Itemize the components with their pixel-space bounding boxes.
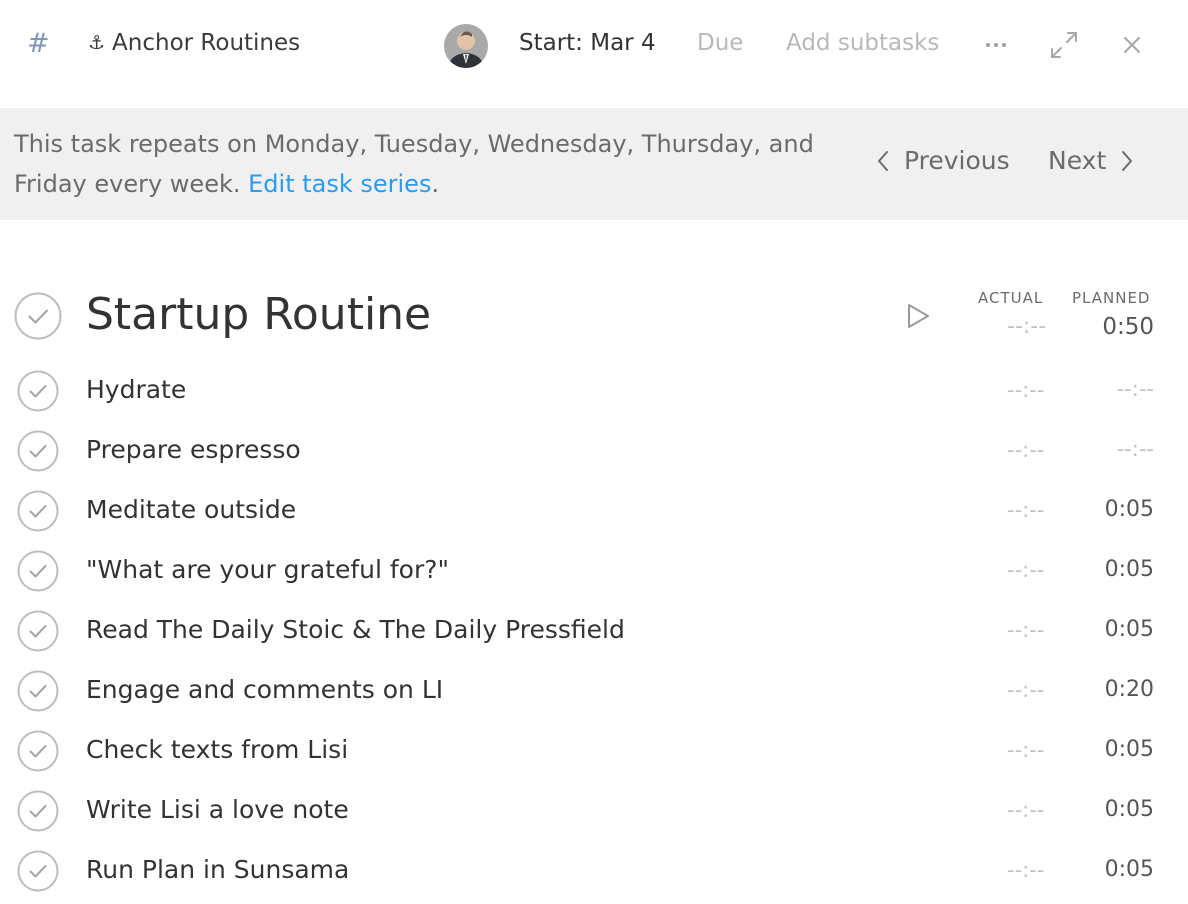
due-date-button[interactable]: Due [697, 32, 743, 55]
subtask-planned-time[interactable]: --:-- [1117, 439, 1154, 460]
subtask-checkbox[interactable] [17, 490, 59, 532]
subtask-row: "What are your grateful for?" --:-- 0:05 [0, 540, 1188, 600]
channel-selector[interactable]: ⚓ Anchor Routines [88, 32, 300, 55]
task-header: # ⚓ Anchor Routines Start: Mar 4 Due Add… [0, 0, 1188, 92]
channel-label: Anchor Routines [112, 30, 301, 56]
subtask-row: Prepare espresso --:-- --:-- [0, 420, 1188, 480]
avatar[interactable] [444, 24, 488, 68]
subtask-label[interactable]: Check texts from Lisi [86, 736, 348, 764]
hash-icon[interactable]: # [27, 30, 50, 57]
subtask-planned-time[interactable]: 0:05 [1105, 799, 1154, 821]
subtask-checkbox[interactable] [17, 790, 59, 832]
subtask-checkbox[interactable] [17, 610, 59, 652]
start-date-button[interactable]: Start: Mar 4 [519, 32, 656, 55]
subtask-label[interactable]: Write Lisi a love note [86, 796, 349, 824]
subtask-actual-time[interactable]: --:-- [1007, 560, 1044, 581]
subtask-checkbox[interactable] [17, 670, 59, 712]
subtask-planned-time[interactable]: 0:05 [1105, 739, 1154, 761]
subtask-planned-time[interactable]: --:-- [1117, 379, 1154, 400]
subtask-planned-time[interactable]: 0:05 [1105, 859, 1154, 881]
subtask-checkbox[interactable] [17, 850, 59, 892]
add-subtasks-button[interactable]: Add subtasks [786, 32, 939, 55]
previous-label: Previous [904, 146, 1010, 175]
repeat-banner-text: This task repeats on Monday, Tuesday, We… [14, 124, 834, 204]
task-planned-time[interactable]: 0:50 [1102, 316, 1154, 339]
subtask-row: Meditate outside --:-- 0:05 [0, 480, 1188, 540]
subtask-row: Run Plan in Sunsama --:-- 0:05 [0, 840, 1188, 900]
expand-icon[interactable] [1049, 30, 1079, 60]
subtask-row: Write Lisi a love note --:-- 0:05 [0, 780, 1188, 840]
subtask-actual-time[interactable]: --:-- [1007, 740, 1044, 761]
subtask-checkbox[interactable] [17, 370, 59, 412]
task-complete-checkbox[interactable] [14, 292, 62, 340]
subtask-actual-time[interactable]: --:-- [1007, 500, 1044, 521]
actual-column-header: ACTUAL [978, 289, 1044, 307]
planned-column-header: PLANNED [1072, 289, 1151, 307]
play-icon[interactable] [904, 302, 932, 330]
subtask-label[interactable]: Read The Daily Stoic & The Daily Pressfi… [86, 616, 625, 644]
task-title[interactable]: Startup Routine [86, 289, 431, 341]
chevron-left-icon [878, 150, 888, 171]
subtask-label[interactable]: Hydrate [86, 376, 186, 404]
subtask-actual-time[interactable]: --:-- [1007, 680, 1044, 701]
next-label: Next [1048, 146, 1107, 175]
subtask-label[interactable]: Prepare espresso [86, 436, 301, 464]
chevron-right-icon [1122, 150, 1133, 171]
edit-task-series-link[interactable]: Edit task series [248, 170, 431, 198]
subtask-label[interactable]: Run Plan in Sunsama [86, 856, 349, 884]
subtask-checkbox[interactable] [17, 730, 59, 772]
subtask-planned-time[interactable]: 0:20 [1105, 679, 1154, 701]
next-occurrence-button[interactable]: Next [1048, 148, 1134, 173]
close-icon[interactable] [1120, 33, 1144, 57]
subtask-actual-time[interactable]: --:-- [1007, 860, 1044, 881]
subtask-label[interactable]: Engage and comments on LI [86, 676, 443, 704]
subtask-actual-time[interactable]: --:-- [1007, 800, 1044, 821]
anchor-icon: ⚓ [88, 32, 106, 54]
subtask-planned-time[interactable]: 0:05 [1105, 619, 1154, 641]
subtask-checkbox[interactable] [17, 550, 59, 592]
subtask-checkbox[interactable] [17, 430, 59, 472]
subtask-row: Read The Daily Stoic & The Daily Pressfi… [0, 600, 1188, 660]
subtask-planned-time[interactable]: 0:05 [1105, 499, 1154, 521]
subtask-actual-time[interactable]: --:-- [1007, 440, 1044, 461]
subtask-row: Check texts from Lisi --:-- 0:05 [0, 720, 1188, 780]
subtask-actual-time[interactable]: --:-- [1007, 380, 1044, 401]
subtask-actual-time[interactable]: --:-- [1007, 620, 1044, 641]
subtask-planned-time[interactable]: 0:05 [1105, 559, 1154, 581]
repeat-period: . [431, 170, 440, 198]
previous-occurrence-button[interactable]: Previous [876, 148, 1010, 173]
more-options-icon[interactable] [984, 35, 1008, 55]
subtask-row: Engage and comments on LI --:-- 0:20 [0, 660, 1188, 720]
task-actual-time[interactable]: --:-- [1007, 316, 1046, 338]
subtask-label[interactable]: Meditate outside [86, 496, 296, 524]
subtask-row: Hydrate --:-- --:-- [0, 360, 1188, 420]
subtask-label[interactable]: "What are your grateful for?" [86, 556, 449, 584]
